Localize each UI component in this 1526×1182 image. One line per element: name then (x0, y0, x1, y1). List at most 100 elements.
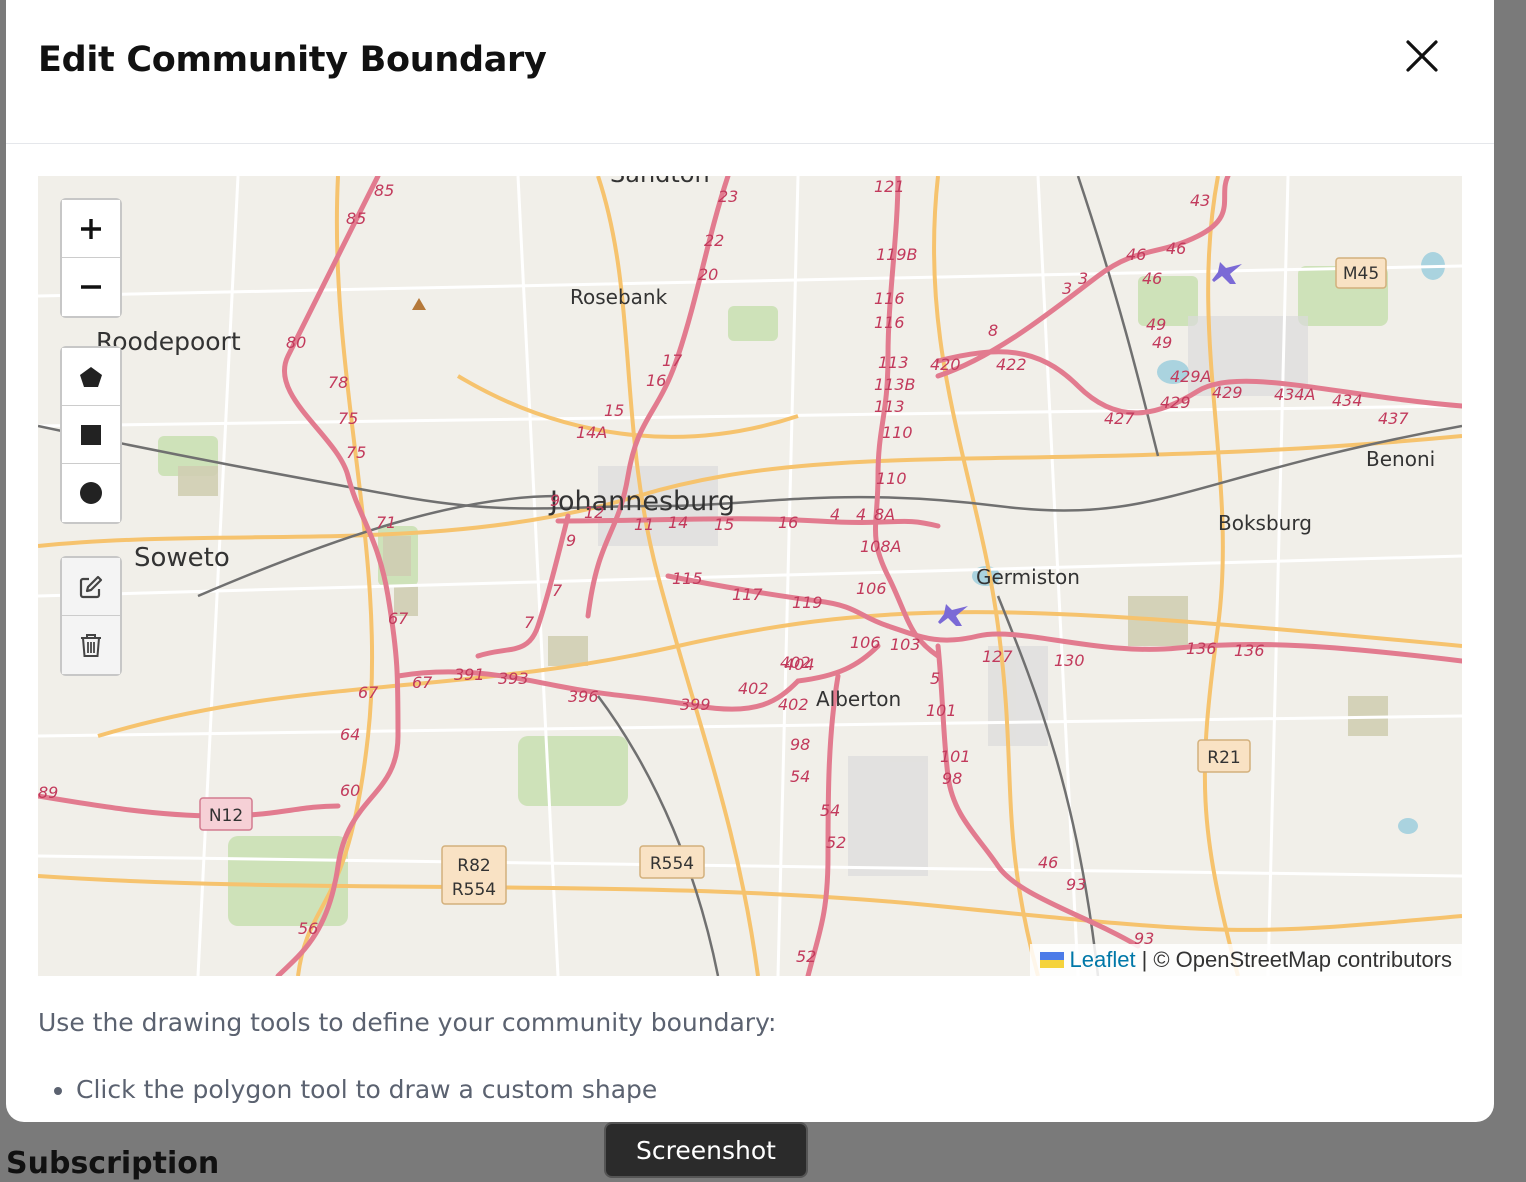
map-view[interactable]: Johannesburg Soweto Roodepoort Rosebank … (38, 176, 1462, 976)
leaflet-link[interactable]: Leaflet (1070, 947, 1136, 973)
road-number-label: 393 (498, 669, 529, 688)
modal-title: Edit Community Boundary (38, 40, 547, 80)
road-number-label: 119B (876, 245, 918, 264)
place-johannesburg: Johannesburg (548, 486, 735, 517)
shield-m45: M45 (1335, 257, 1387, 289)
place-germiston: Germiston (976, 565, 1080, 589)
road-number-label: 422 (996, 355, 1027, 374)
road-number-label: 106 (850, 633, 881, 652)
road-number-label: 67 (388, 609, 409, 628)
zoom-out-button[interactable] (62, 258, 120, 316)
road-number-label: 56 (298, 919, 318, 938)
draw-circle-button[interactable] (62, 464, 120, 522)
trash-icon (81, 634, 101, 657)
road-number-label: 89 (38, 783, 58, 802)
road-number-label: 108A (860, 537, 901, 556)
road-number-label: 67 (412, 673, 433, 692)
road-number-label: 71 (376, 513, 396, 532)
road-number-label: 17 (662, 351, 683, 370)
road-number-label: 3 (1078, 269, 1088, 288)
road-number-label: 14 (668, 513, 688, 532)
close-button[interactable] (1402, 36, 1442, 76)
attribution-separator: | (1141, 947, 1148, 972)
close-icon (1406, 40, 1438, 72)
road-number-label: 115 (672, 569, 703, 588)
zoom-in-button[interactable] (62, 200, 120, 258)
polygon-icon (80, 366, 102, 387)
road-number-label: 85 (346, 209, 366, 228)
svg-text:R554: R554 (650, 854, 694, 874)
road-number-label: 46 (1142, 269, 1162, 288)
road-number-label: 8 (988, 321, 998, 340)
road-number-label: 43 (1190, 191, 1210, 210)
road-number-label: 101 (926, 701, 957, 720)
road-number-label: 437 (1378, 409, 1409, 428)
shield-r21: R21 (1197, 739, 1251, 773)
edit-layers-button[interactable] (62, 558, 120, 616)
road-number-label: 80 (286, 333, 306, 352)
road-number-label: 52 (826, 833, 846, 852)
road-number-label: 60 (340, 781, 360, 800)
road-number-label: 434 (1332, 391, 1363, 410)
road-number-label: 23 (718, 187, 738, 206)
road-number-label: 402 (778, 695, 809, 714)
road-number-label: 15 (714, 515, 734, 534)
rectangle-icon (81, 424, 101, 445)
road-number-label: 7 (524, 613, 535, 632)
road-number-label: 116 (874, 313, 905, 332)
road-number-label: 46 (1038, 853, 1058, 872)
road-number-label: 9 (566, 531, 576, 550)
road-number-label: 101 (940, 747, 971, 766)
road-number-label: 46 (1166, 239, 1186, 258)
edit-toolbar (60, 556, 122, 676)
screenshot-tooltip: Screenshot (604, 1122, 808, 1178)
road-number-label: 396 (568, 687, 599, 706)
svg-text:R82: R82 (457, 856, 490, 876)
svg-text:R554: R554 (452, 880, 496, 900)
road-number-label: 136 (1234, 641, 1265, 660)
road-number-label: 98 (790, 735, 810, 754)
road-number-label: 130 (1054, 651, 1085, 670)
minus-icon (81, 285, 101, 289)
edit-icon (79, 575, 103, 598)
road-number-label: 75 (346, 443, 366, 462)
road-number-label: 420 (930, 355, 961, 374)
road-number-label: 429A (1170, 367, 1211, 386)
road-number-label: 110 (876, 469, 907, 488)
svg-text:M45: M45 (1343, 264, 1379, 284)
road-number-label: 16 (778, 513, 798, 532)
road-number-label: 98 (942, 769, 962, 788)
instructions-text: Use the drawing tools to define your com… (38, 1008, 777, 1037)
road-number-label: 429 (1160, 393, 1191, 412)
road-number-label: 113B (874, 375, 916, 394)
map-tiles[interactable]: Johannesburg Soweto Roodepoort Rosebank … (38, 176, 1462, 976)
road-number-label: 16 (646, 371, 666, 390)
road-number-label: 52 (796, 947, 816, 966)
road-number-label: 121 (874, 177, 905, 196)
road-number-label: 15 (604, 401, 624, 420)
road-number-label: 11 (634, 515, 654, 534)
road-number-label: 117 (732, 585, 763, 604)
place-benoni: Benoni (1366, 447, 1435, 471)
map-attribution: Leaflet | © OpenStreetMap contributors (1029, 944, 1462, 976)
road-number-label: 103 (890, 635, 921, 654)
shield-n12: N12 (199, 797, 253, 831)
draw-polygon-button[interactable] (62, 348, 120, 406)
road-number-label: 399 (680, 695, 711, 714)
road-number-label: 3 (1062, 279, 1072, 298)
shield-r82-r554: R82 R554 (441, 845, 507, 905)
road-number-label: 8A (874, 505, 895, 524)
road-number-label: 78 (328, 373, 348, 392)
road-number-label: 368 (38, 176, 69, 180)
road-number-label: 116 (874, 289, 905, 308)
road-number-label: 49 (1152, 333, 1172, 352)
road-number-label: 9 (550, 491, 560, 510)
plus-icon (81, 218, 101, 239)
draw-toolbar (60, 346, 122, 524)
delete-layers-button[interactable] (62, 616, 120, 674)
draw-rectangle-button[interactable] (62, 406, 120, 464)
place-alberton: Alberton (816, 687, 901, 711)
road-number-label: 75 (338, 409, 358, 428)
road-number-label: 106 (856, 579, 887, 598)
road-number-label: 402 (738, 679, 769, 698)
